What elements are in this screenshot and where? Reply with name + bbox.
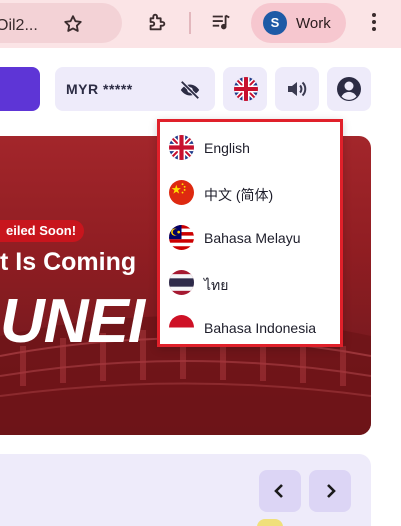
avatar: S: [263, 11, 287, 35]
balance-masked: *****: [103, 81, 133, 97]
speaker-icon: [288, 81, 307, 97]
language-selector-button[interactable]: [223, 67, 267, 111]
address-bar[interactable]: QiOil2...: [0, 3, 122, 43]
deposit-button[interactable]: [0, 67, 40, 111]
language-label: 中文 (简体): [204, 187, 274, 203]
indonesia-flag-icon: [169, 315, 194, 340]
balance-display: MYR *****: [55, 67, 215, 111]
language-label: ไทย: [204, 277, 229, 293]
game-section-header: [0, 454, 371, 526]
coming-soon-badge: eiled Soon!: [0, 220, 85, 242]
chevron-right-icon: [327, 484, 336, 498]
language-dropdown: English 中文 (简体) Bahasa Melayu ไทย Bahasa…: [157, 119, 343, 347]
thailand-flag-icon: [169, 270, 194, 295]
hide-balance-eye-icon[interactable]: [179, 79, 201, 101]
language-option-english[interactable]: English: [166, 128, 340, 168]
profile-button[interactable]: S Work: [251, 3, 346, 43]
language-option-chinese[interactable]: 中文 (简体): [166, 173, 340, 213]
uk-flag-icon: [234, 77, 258, 101]
language-option-malay[interactable]: Bahasa Melayu: [166, 218, 340, 258]
malaysia-flag-icon: [169, 225, 194, 250]
uk-flag-icon: [169, 135, 194, 160]
extensions-puzzle-icon[interactable]: [146, 11, 168, 33]
browser-toolbar: QiOil2... S Work: [0, 0, 401, 48]
address-text: QiOil2...: [0, 17, 38, 34]
media-control-icon[interactable]: [210, 11, 232, 33]
chevron-left-icon: [274, 484, 283, 498]
balance-text: MYR *****: [66, 81, 133, 97]
language-label: English: [204, 140, 250, 156]
account-button[interactable]: [327, 67, 371, 111]
previous-button[interactable]: [259, 470, 301, 512]
browser-menu-icon[interactable]: [364, 11, 384, 33]
language-option-thai[interactable]: ไทย: [166, 263, 340, 303]
partial-icon: [257, 519, 283, 526]
toolbar-divider: [189, 12, 191, 34]
china-flag-icon: [169, 180, 194, 205]
language-label: Bahasa Melayu: [204, 230, 301, 246]
sound-toggle-button[interactable]: [275, 67, 319, 111]
banner-headline: t Is Coming: [0, 248, 137, 276]
user-account-icon: [337, 77, 361, 101]
banner-title: UNEI: [0, 287, 145, 356]
profile-label: Work: [296, 15, 331, 32]
next-button[interactable]: [309, 470, 351, 512]
currency-code: MYR: [66, 81, 99, 97]
language-label: Bahasa Indonesia: [204, 320, 317, 336]
bookmark-star-icon[interactable]: [62, 13, 84, 35]
language-option-indonesian[interactable]: Bahasa Indonesia: [166, 308, 340, 348]
